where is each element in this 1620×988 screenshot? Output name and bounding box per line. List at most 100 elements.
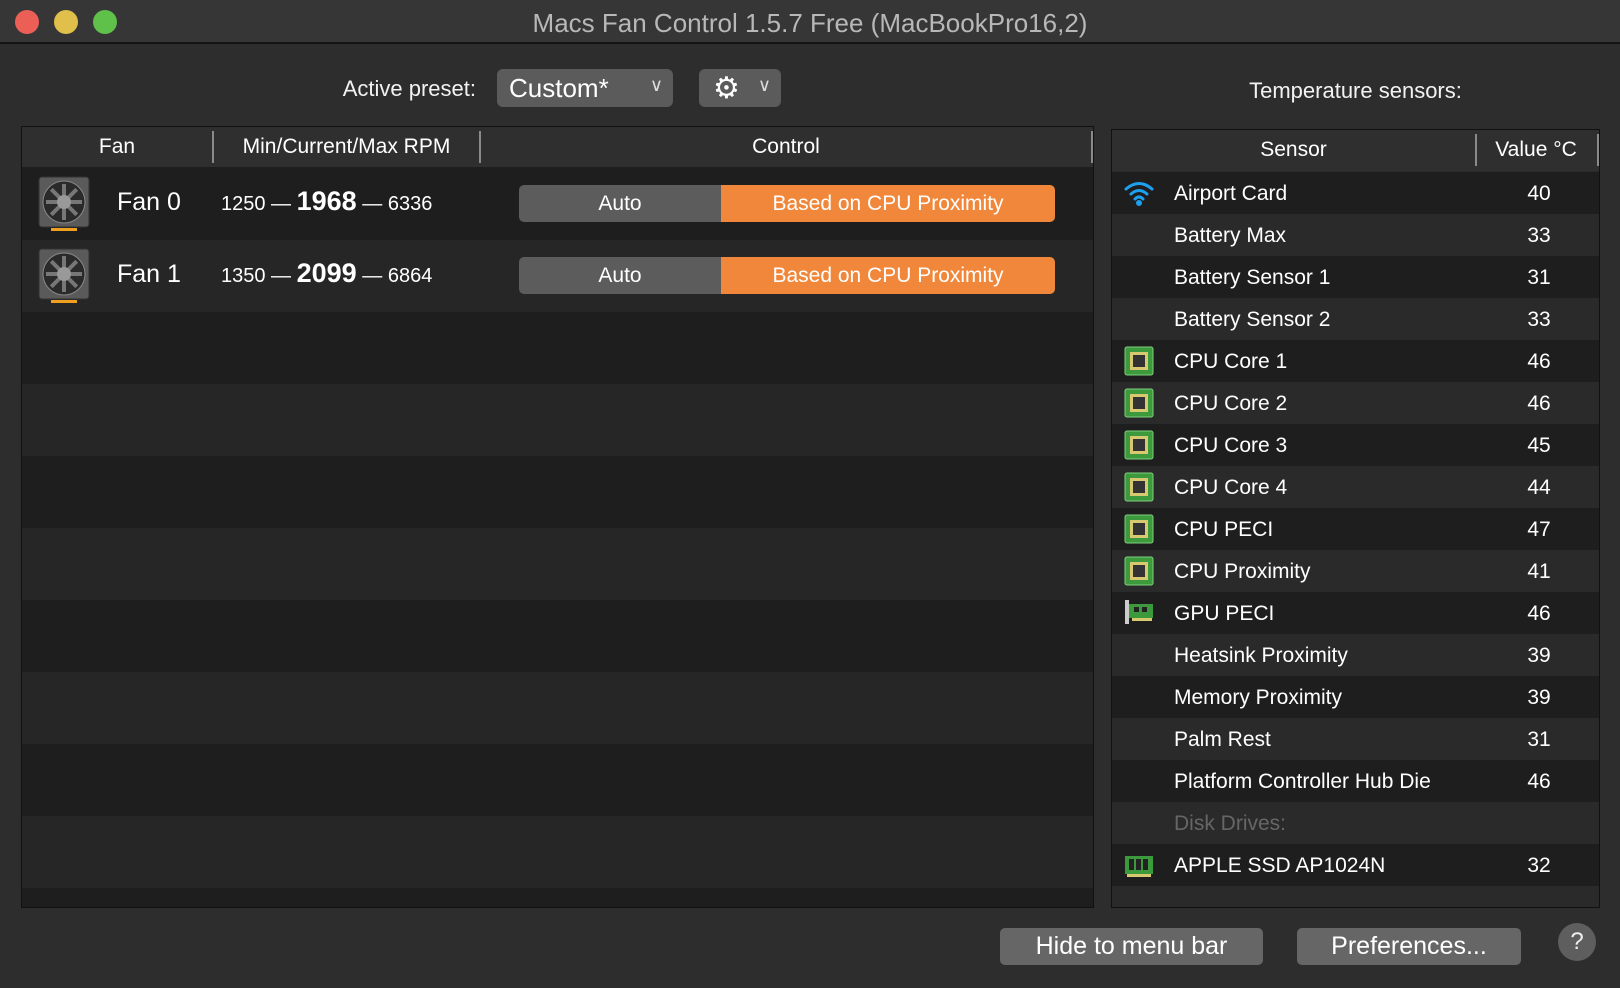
temperature-sensors-label: Temperature sensors: (1249, 78, 1462, 103)
fan-row: Fan 0 1250 — 1968 — 6336 Auto Based on CPU … (22, 168, 1093, 240)
settings-menu-button[interactable]: ⚙ ∨ (699, 69, 781, 107)
header-sensor[interactable]: Sensor (1112, 138, 1475, 162)
hide-to-menu-bar-button[interactable]: Hide to menu bar (1000, 928, 1263, 965)
header-fan[interactable]: Fan (22, 135, 212, 159)
header-rpm[interactable]: Min/Current/Max RPM (214, 135, 479, 159)
cpu-chip-icon (1124, 556, 1154, 586)
sensor-name: GPU PECI (1174, 602, 1275, 625)
active-preset-label: Active preset: (342, 76, 476, 101)
sensor-value: 44 (1527, 476, 1551, 499)
preferences-button[interactable]: Preferences... (1297, 928, 1521, 965)
sensor-row: Airport Card 40 (1112, 172, 1599, 214)
sensor-name: Disk Drives: (1174, 812, 1287, 835)
sensor-value: 39 (1527, 644, 1551, 667)
gear-icon: ⚙ (713, 72, 740, 105)
sensor-row: Battery Sensor 1 31 (1112, 256, 1599, 298)
sensor-name: CPU PECI (1174, 518, 1274, 541)
header-control[interactable]: Control (481, 135, 1091, 159)
sensor-row: CPU Core 2 46 (1112, 382, 1599, 424)
header-value[interactable]: Value °C (1478, 138, 1594, 162)
cpu-chip-icon (1124, 514, 1154, 544)
sensor-name: CPU Core 4 (1174, 476, 1288, 499)
sensor-name: Heatsink Proximity (1174, 644, 1348, 667)
sensor-row: CPU Proximity 41 (1112, 550, 1599, 592)
sensor-name: Memory Proximity (1174, 686, 1343, 709)
custom-control-button[interactable]: Based on CPU Proximity (721, 257, 1055, 294)
rpm-min: 1350 (221, 265, 266, 287)
fan-name: Fan 0 (117, 188, 181, 216)
rpm-min: 1250 (221, 193, 266, 215)
fan-control-segmented[interactable]: Auto Based on CPU Proximity (519, 185, 1055, 222)
help-button[interactable]: ? (1558, 923, 1596, 961)
empty-row (22, 888, 1093, 907)
sensor-name: CPU Proximity (1174, 560, 1311, 583)
preset-dropdown[interactable]: Custom* ∨ (497, 69, 673, 107)
empty-row (22, 312, 1093, 384)
sensor-name: Airport Card (1174, 182, 1288, 205)
sensor-value: 40 (1527, 182, 1551, 205)
fan-table: Fan Min/Current/Max RPM Control Fan 0 125… (21, 126, 1094, 908)
sensor-row: Memory Proximity 39 (1112, 676, 1599, 718)
cpu-chip-icon (1124, 388, 1154, 418)
sensor-row: Battery Max 33 (1112, 214, 1599, 256)
sensor-row: Platform Controller Hub Die 46 (1112, 760, 1599, 802)
cpu-chip-icon (1124, 472, 1154, 502)
sensor-row: CPU PECI 47 (1112, 508, 1599, 550)
fan-name: Fan 1 (117, 260, 181, 288)
sensor-value: 47 (1527, 518, 1551, 541)
sensor-value: 33 (1527, 308, 1551, 331)
gpu-card-icon (1124, 598, 1154, 628)
rpm-max: 6864 (387, 265, 433, 287)
sensor-value: 31 (1527, 728, 1551, 751)
fan-icon (38, 248, 92, 304)
auto-button[interactable]: Auto (519, 257, 721, 294)
sensor-section-header: Disk Drives: (1112, 802, 1599, 844)
chevron-down-icon: ∨ (649, 75, 663, 95)
sensor-name: Battery Sensor 1 (1174, 266, 1331, 289)
empty-row (22, 384, 1093, 456)
fan-table-header: Fan Min/Current/Max RPM Control (22, 127, 1093, 167)
rpm-max: 6336 (387, 193, 433, 215)
sensor-value: 39 (1527, 686, 1551, 709)
sensor-name: APPLE SSD AP1024N (1174, 854, 1386, 877)
rpm-current: 1968 (296, 186, 357, 216)
sensor-name: Battery Max (1174, 224, 1287, 247)
fan-row: Fan 1 1350 — 2099 — 6864 Auto Based on CPU … (22, 240, 1093, 312)
empty-row (22, 600, 1093, 672)
empty-row (22, 816, 1093, 888)
fan-control-segmented[interactable]: Auto Based on CPU Proximity (519, 257, 1055, 294)
sensor-row: CPU Core 1 46 (1112, 340, 1599, 382)
sensor-row: GPU PECI 46 (1112, 592, 1599, 634)
cpu-chip-icon (1124, 346, 1154, 376)
sensor-value: 32 (1527, 854, 1551, 877)
sensor-value: 45 (1527, 434, 1551, 457)
empty-row (22, 744, 1093, 816)
column-divider (1091, 131, 1093, 163)
window-title: Macs Fan Control 1.5.7 Free (MacBookPro1… (532, 8, 1088, 38)
wifi-icon (1124, 178, 1154, 208)
auto-button[interactable]: Auto (519, 185, 721, 222)
rpm-values: 1350 — 2099 — 6864 (221, 258, 433, 288)
custom-control-button[interactable]: Based on CPU Proximity (721, 185, 1055, 222)
sensor-row: Battery Sensor 2 33 (1112, 298, 1599, 340)
empty-row (22, 528, 1093, 600)
empty-row (22, 456, 1093, 528)
sensor-table: Sensor Value °C Airport Card 40 Battery Ma… (1111, 129, 1600, 908)
ssd-icon (1124, 850, 1154, 880)
fan-icon (38, 176, 92, 232)
sensor-value: 46 (1527, 350, 1551, 373)
cpu-chip-icon (1124, 430, 1154, 460)
chevron-down-icon: ∨ (757, 75, 771, 95)
sensor-row: APPLE SSD AP1024N 32 (1112, 844, 1599, 886)
sensor-row: Heatsink Proximity 39 (1112, 634, 1599, 676)
sensor-value: 46 (1527, 602, 1551, 625)
rpm-values: 1250 — 1968 — 6336 (221, 186, 433, 216)
empty-row (22, 672, 1093, 744)
sensor-name: CPU Core 1 (1174, 350, 1288, 373)
rpm-current: 2099 (296, 258, 357, 288)
sensor-name: Platform Controller Hub Die (1174, 770, 1431, 793)
sensor-value: 46 (1527, 770, 1551, 793)
sensor-name: CPU Core 2 (1174, 392, 1288, 415)
column-divider[interactable] (1475, 134, 1477, 166)
sensor-name: Palm Rest (1174, 728, 1271, 751)
